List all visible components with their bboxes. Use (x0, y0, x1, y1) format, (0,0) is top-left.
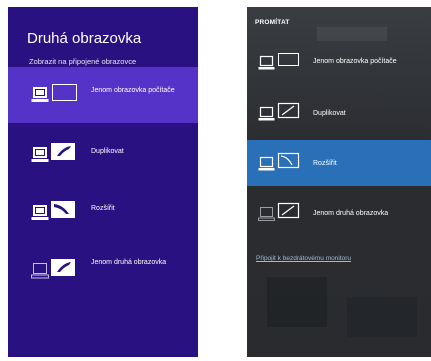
background-ghost (347, 297, 417, 337)
option-label: Jenom druhá obrazovka (313, 210, 389, 217)
option-second-screen-only[interactable]: Jenom druhá obrazovka (8, 250, 198, 306)
option-label: Rozšířit (91, 205, 115, 212)
option-label: Duplikovat (313, 110, 346, 117)
option-label: Rozšířit (313, 160, 337, 167)
background-ghost (267, 277, 327, 327)
second-screen-only-icon (258, 202, 306, 222)
option-extend[interactable]: Rozšířit (8, 193, 198, 249)
project-panel: PROMÍTAT Jenom obrazovka počítače Duplik… (247, 7, 431, 357)
option-label: Jenom obrazovka počítače (91, 87, 175, 94)
option-extend[interactable]: Rozšířit (247, 140, 431, 186)
option-pc-screen-only[interactable]: Jenom obrazovka počítače (247, 38, 431, 84)
option-pc-screen-only[interactable]: Jenom obrazovka počítače (8, 67, 198, 123)
option-label: Jenom obrazovka počítače (313, 58, 397, 65)
second-screen-only-icon (31, 257, 83, 279)
duplicate-icon (31, 141, 83, 163)
connect-wireless-display-link[interactable]: Připojit k bezdrátovému monitoru (256, 255, 351, 262)
second-screen-panel: Druhá obrazovka Zobrazit na připojené ob… (8, 7, 198, 357)
pc-screen-only-icon (258, 52, 306, 72)
panel-header: PROMÍTAT (255, 19, 290, 26)
option-label: Jenom druhá obrazovka (91, 259, 167, 266)
panel-title: Druhá obrazovka (27, 30, 142, 47)
option-duplicate[interactable]: Duplikovat (8, 135, 198, 191)
option-second-screen-only[interactable]: Jenom druhá obrazovka (247, 190, 431, 236)
pc-screen-only-icon (31, 84, 83, 106)
extend-icon (31, 199, 83, 221)
duplicate-icon (258, 102, 306, 122)
extend-icon (258, 152, 306, 172)
option-duplicate[interactable]: Duplikovat (247, 90, 431, 136)
option-label: Duplikovat (91, 148, 124, 155)
panel-subtitle: Zobrazit na připojené obrazovce (29, 57, 137, 66)
